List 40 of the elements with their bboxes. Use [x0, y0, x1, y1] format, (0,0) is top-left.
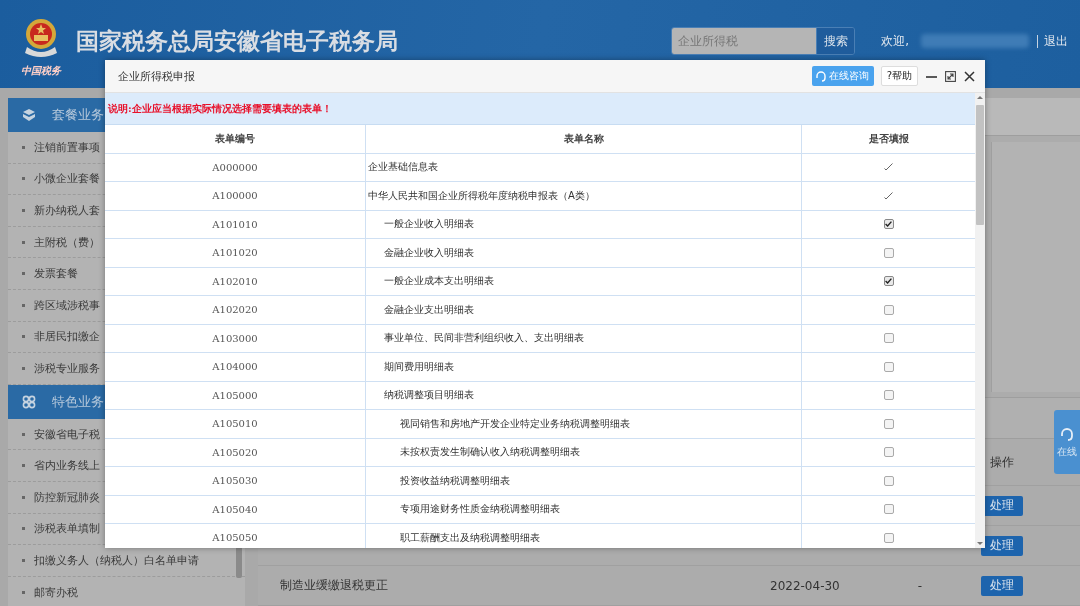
table-cell: A105010 — [105, 410, 366, 438]
logo-text: 中国税务 — [21, 63, 61, 78]
table-cell: A102020 — [105, 296, 366, 324]
table-cell: A102010 — [105, 267, 366, 295]
table-cell: A103000 — [105, 324, 366, 352]
table-cell: 事业单位、民间非营利组织收入、支出明细表 — [366, 324, 802, 352]
table-cell: 职工薪酬支出及纳税调整明细表 — [366, 524, 802, 548]
table-cell: A104000 — [105, 353, 366, 381]
table-cell: 企业基础信息表 — [366, 153, 802, 181]
column-header: 表单名称 — [366, 125, 802, 153]
table-cell: 投资收益纳税调整明细表 — [366, 467, 802, 495]
table-cell: A105000 — [105, 381, 366, 409]
table-cell: A101020 — [105, 239, 366, 267]
table-cell: A100000 — [105, 182, 366, 210]
table-cell: A105040 — [105, 495, 366, 523]
table-cell: 中华人民共和国企业所得税年度纳税申报表（A类） — [366, 182, 802, 210]
table-cell: A105020 — [105, 438, 366, 466]
table-cell: 金融企业支出明细表 — [366, 296, 802, 324]
table-cell: 专项用途财务性质金纳税调整明细表 — [366, 495, 802, 523]
column-header: 是否填报 — [867, 131, 910, 146]
table-cell: 视同销售和房地产开发企业特定业务纳税调整明细表 — [366, 410, 802, 438]
table-cell-text: 2022-04-30 — [770, 578, 841, 593]
notice-text: 说明:企业应当根据实际情况选择需要填表的表单！ — [108, 101, 332, 116]
table-cell: A000000 — [105, 153, 366, 181]
dialog-title: 企业所得税申报 — [118, 68, 196, 84]
table-cell: A105050 — [105, 524, 366, 548]
table-cell: A105030 — [105, 467, 366, 495]
table-cell-text: - — [916, 578, 924, 593]
table-cell: 纳税调整项目明细表 — [366, 381, 802, 409]
table-cell: 一般企业成本支出明细表 — [366, 267, 802, 295]
column-header: 表单编号 — [105, 125, 366, 153]
welcome-text: 欢迎, — [881, 32, 909, 50]
table-cell: 期间费用明细表 — [366, 353, 802, 381]
table-cell: A101010 — [105, 210, 366, 238]
column-header: 操作 — [989, 453, 1015, 471]
table-cell: 金融企业收入明细表 — [366, 239, 802, 267]
table-cell: 一般企业收入明细表 — [366, 210, 802, 238]
site-title: 国家税务总局安徽省电子税务局 — [76, 26, 398, 56]
table-cell-text: 制造业缓缴退税更正 — [279, 577, 389, 595]
table-cell: 未按权责发生制确认收入纳税调整明细表 — [366, 438, 802, 466]
